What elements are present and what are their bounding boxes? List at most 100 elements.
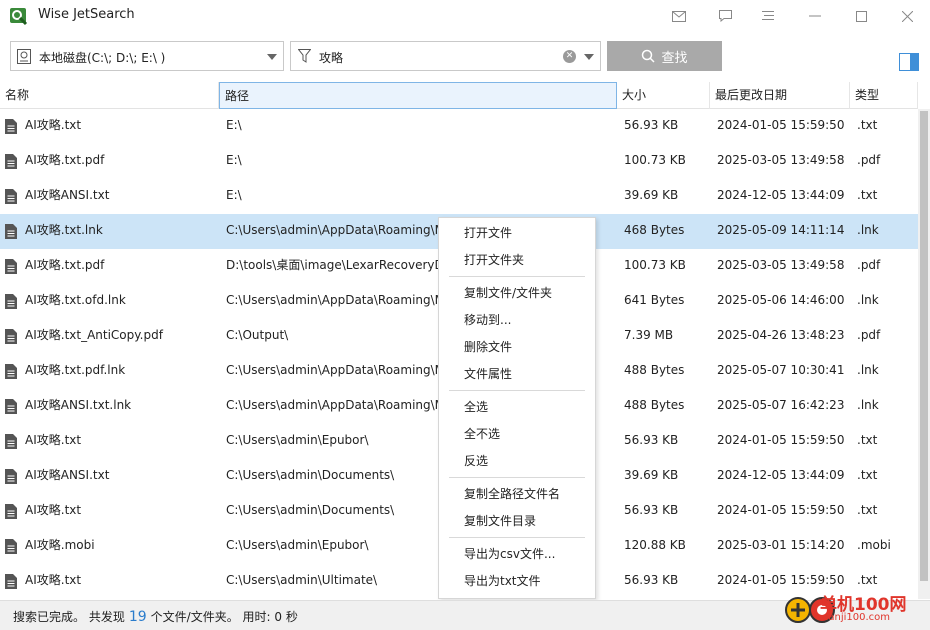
table-row[interactable]: AI攻略.txt E:\ 56.93 KB 2024-01-05 15:59:50 .t… [0, 109, 918, 144]
menu-item[interactable]: 打开文件夹 [439, 247, 595, 274]
cell-date: 2025-03-05 13:49:58 [717, 258, 845, 272]
column-header-path[interactable]: 路径 [219, 82, 617, 109]
cell-size: 488 Bytes [624, 398, 685, 412]
column-header-type[interactable]: 类型 [850, 82, 918, 109]
cell-size: 56.93 KB [624, 118, 679, 132]
status-suffix: 个文件/文件夹。 用时: 0 秒 [150, 610, 298, 624]
cell-size: 56.93 KB [624, 503, 679, 517]
toolbar: 本地磁盘(C:\; D:\; E:\ ) ✕ 查找 [0, 32, 930, 80]
menu-separator [449, 390, 585, 391]
file-icon [5, 539, 17, 554]
cell-size: 39.69 KB [624, 188, 679, 202]
cell-date: 2025-05-07 16:42:23 [717, 398, 845, 412]
cell-name: AI攻略.txt [25, 433, 82, 447]
cell-size: 120.88 KB [624, 538, 686, 552]
cell-date: 2024-01-05 15:59:50 [717, 118, 845, 132]
maximize-icon [855, 10, 867, 22]
cell-type: .txt [857, 503, 878, 517]
cell-type: .pdf [857, 153, 881, 167]
chat-icon [718, 10, 732, 22]
column-header-size[interactable]: 大小 [617, 82, 710, 109]
menu-icon [762, 11, 774, 20]
context-menu: 打开文件 打开文件夹复制文件/文件夹 移动到... 删除文件 文件属性全选 全不选 反选复制… [438, 217, 596, 599]
search-field[interactable]: ✕ [290, 41, 601, 71]
feedback-mail-button[interactable] [656, 0, 702, 32]
cell-date: 2025-05-07 10:30:41 [717, 363, 845, 377]
search-icon [642, 49, 656, 63]
file-icon [5, 399, 17, 414]
cell-type: .pdf [857, 328, 881, 342]
cell-date: 2024-12-05 13:44:09 [717, 468, 845, 482]
drive-select[interactable]: 本地磁盘(C:\; D:\; E:\ ) [10, 41, 284, 71]
watermark: 单机100网 danji100.com [784, 588, 930, 630]
menu-item[interactable]: 复制文件/文件夹 [439, 280, 595, 307]
menu-item[interactable]: 反选 [439, 448, 595, 475]
table-header: 名称 路径 大小 最后更改日期 类型 [0, 82, 918, 109]
cell-type: .txt [857, 468, 878, 482]
maximize-button[interactable] [838, 0, 884, 32]
cell-path: E:\ [226, 188, 242, 202]
watermark-sub: danji100.com [822, 612, 890, 623]
menu-item[interactable]: 复制文件目录 [439, 508, 595, 535]
table-row[interactable]: AI攻略ANSI.txt E:\ 39.69 KB 2024-12-05 13:44:… [0, 179, 918, 214]
menu-item[interactable]: 导出为txt文件 [439, 568, 595, 595]
cell-path: C:\Output\ [226, 328, 289, 342]
search-input[interactable] [319, 47, 559, 67]
cell-name: AI攻略ANSI.txt [25, 188, 110, 202]
cell-size: 100.73 KB [624, 153, 686, 167]
column-header-name[interactable]: 名称 [0, 82, 219, 109]
file-icon [5, 189, 17, 204]
cell-path: C:\Users\admin\Ultimate\ [226, 573, 378, 587]
scrollbar-thumb[interactable] [920, 111, 928, 581]
menu-item[interactable]: 打开文件 [439, 220, 595, 247]
file-icon [5, 574, 17, 589]
cell-date: 2025-05-09 14:11:14 [717, 223, 845, 237]
drive-select-value: 本地磁盘(C:\; D:\; E:\ ) [39, 51, 166, 65]
chat-button[interactable] [702, 0, 748, 32]
app-title: Wise JetSearch [38, 7, 135, 22]
cell-name: AI攻略.txt_AntiCopy.pdf [25, 328, 163, 342]
chevron-down-icon[interactable] [267, 54, 277, 60]
menu-item[interactable]: 导出为csv文件... [439, 541, 595, 568]
cell-size: 39.69 KB [624, 468, 679, 482]
cell-path: C:\Users\admin\Epubor\ [226, 433, 369, 447]
cell-date: 2024-01-05 15:59:50 [717, 433, 845, 447]
cell-size: 56.93 KB [624, 433, 679, 447]
cell-size: 100.73 KB [624, 258, 686, 272]
cell-date: 2025-05-06 14:46:00 [717, 293, 845, 307]
file-icon [5, 119, 17, 134]
cell-path: C:\Users\admin\AppData\Roaming\M [226, 363, 438, 377]
menu-item[interactable]: 复制全路径文件名 [439, 481, 595, 508]
search-history-chevron-icon[interactable] [584, 54, 594, 60]
cell-name: AI攻略ANSI.txt.lnk [25, 398, 132, 412]
file-icon [5, 364, 17, 379]
file-icon [5, 154, 17, 169]
status-text: 搜索已完成。 共发现 19 个文件/文件夹。 用时: 0 秒 [13, 608, 298, 625]
menu-separator [449, 276, 585, 277]
filter-icon [298, 49, 311, 63]
menu-item[interactable]: 全不选 [439, 421, 595, 448]
cell-name: AI攻略.txt.pdf.lnk [25, 363, 126, 377]
cell-date: 2024-01-05 15:59:50 [717, 503, 845, 517]
mail-icon [672, 10, 686, 22]
cell-date: 2025-03-01 15:14:20 [717, 538, 845, 552]
cell-name: AI攻略.txt.pdf [25, 153, 105, 167]
menu-item[interactable]: 删除文件 [439, 334, 595, 361]
column-header-date[interactable]: 最后更改日期 [710, 82, 850, 109]
clear-icon[interactable]: ✕ [563, 50, 576, 63]
menu-item[interactable]: 全选 [439, 394, 595, 421]
table-row[interactable]: AI攻略.txt.pdf E:\ 100.73 KB 2025-03-05 13:49… [0, 144, 918, 179]
cell-size: 488 Bytes [624, 363, 685, 377]
close-icon [901, 10, 913, 22]
menu-button[interactable] [745, 0, 791, 32]
close-button[interactable] [884, 0, 930, 32]
minimize-button[interactable] [792, 0, 838, 32]
find-button[interactable]: 查找 [607, 41, 722, 71]
file-icon [5, 294, 17, 309]
file-icon [5, 259, 17, 274]
layout-toggle-icon[interactable] [899, 53, 919, 71]
menu-item[interactable]: 文件属性 [439, 361, 595, 388]
menu-item[interactable]: 移动到... [439, 307, 595, 334]
cell-type: .txt [857, 188, 878, 202]
cell-type: .lnk [857, 398, 879, 412]
